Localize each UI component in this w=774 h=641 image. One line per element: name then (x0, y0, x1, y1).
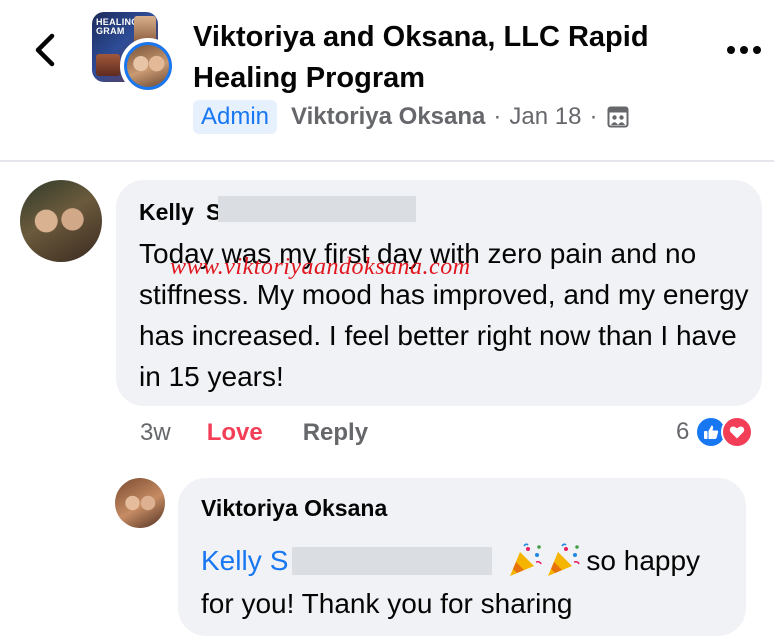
commenter-name[interactable]: Kelly (139, 199, 194, 226)
party-popper-icon (548, 543, 581, 576)
love-button[interactable]: Love (207, 419, 263, 447)
reply-line: Kelly S so happy (201, 541, 700, 581)
group-privacy-icon (607, 106, 629, 128)
party-popper-icon (510, 543, 543, 576)
admin-badge: Admin (193, 100, 278, 134)
chevron-left-icon[interactable] (30, 30, 60, 70)
comment-actions: 3w Love Reply (140, 416, 368, 450)
reply-text-part: so happy (586, 545, 701, 576)
ellipsis-icon[interactable] (724, 38, 764, 62)
divider (0, 160, 774, 162)
author-avatar[interactable] (120, 38, 176, 94)
reply-text-part: for you! Thank you for sharing (201, 588, 573, 619)
reply-button[interactable]: Reply (303, 419, 368, 447)
post-meta: Admin Viktoriya Oksana · Jan 18 · (193, 98, 629, 136)
watermark: www.viktoriyaandoksana.com (170, 254, 471, 280)
group-cover-text: HEALING GRAM (96, 17, 139, 36)
post-header: HEALING GRAM Viktoriya and Oksana, LLC R… (0, 0, 774, 160)
post-date[interactable]: Jan 18 (509, 103, 581, 131)
separator: · (493, 103, 502, 130)
replier-avatar[interactable] (115, 478, 165, 528)
group-title[interactable]: Viktoriya and Oksana, LLC Rapid Healing … (193, 17, 693, 99)
post-author[interactable]: Viktoriya Oksana (291, 103, 485, 131)
mention-link[interactable]: Kelly (201, 545, 262, 577)
comment-time[interactable]: 3w (140, 419, 171, 447)
replier-name[interactable]: Viktoriya Oksana (201, 495, 387, 522)
redacted-name (218, 196, 416, 222)
separator: · (589, 103, 598, 130)
redacted-name (292, 547, 493, 575)
heart-icon (721, 416, 754, 448)
mention-initial[interactable]: S (270, 545, 289, 577)
group-avatar[interactable]: HEALING GRAM (92, 12, 178, 98)
reaction-count: 6 (676, 418, 690, 445)
cover-photo (96, 54, 120, 76)
reaction-summary[interactable]: 6 (676, 414, 754, 450)
commenter-avatar[interactable] (20, 180, 102, 262)
